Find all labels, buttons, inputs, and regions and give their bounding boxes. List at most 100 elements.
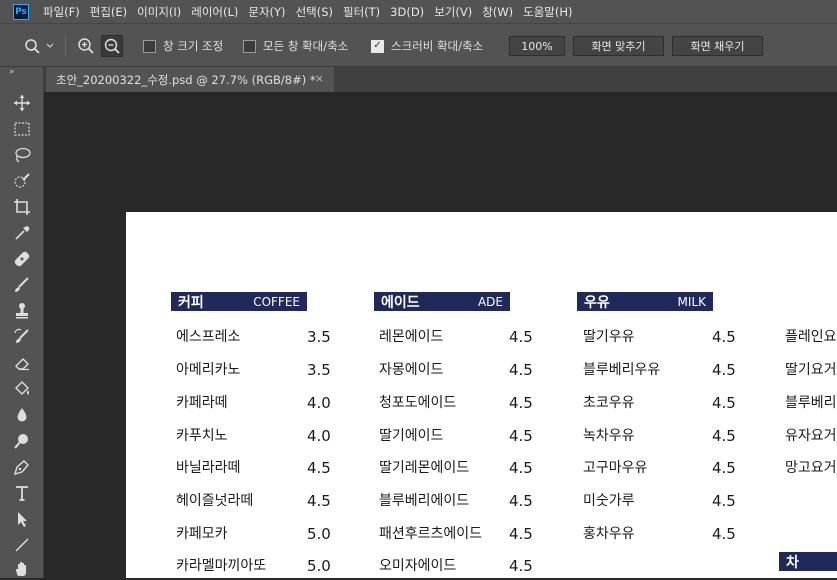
check-mark-icon[interactable]: ✓ <box>371 39 384 53</box>
zoom-out-icon <box>104 38 120 54</box>
menu-3d[interactable]: 3D(D) <box>390 5 424 19</box>
menu-item-price: 4.5 <box>509 459 533 477</box>
menu-item-name: 청포도에이드 <box>379 395 457 411</box>
document-tab-title: 초안_20200322_수정.psd @ 27.7% (RGB/8#) * <box>56 72 316 87</box>
type-tool-icon[interactable] <box>10 482 34 504</box>
fit-screen-button[interactable]: 화면 맞추기 <box>573 36 664 56</box>
menu-item-name: 유자요거 <box>785 428 837 444</box>
options-bar: 창 크기 조정 모든 창 확대/축소 ✓ 스크러비 확대/축소 100% 화면 … <box>0 23 837 67</box>
coffee-title: 커피 <box>178 294 204 311</box>
milk-section-header: 우유 MILK <box>577 292 713 311</box>
zoom-all-windows-checkbox[interactable]: 모든 창 확대/축소 <box>243 24 348 68</box>
menu-item-name: 녹차우유 <box>583 428 635 444</box>
menu-item-name: 카라멜마끼아또 <box>176 558 267 574</box>
menu-item-name: 망고요거 <box>785 460 837 476</box>
checkbox-box[interactable] <box>143 39 156 53</box>
healing-brush-tool-icon[interactable] <box>10 248 34 270</box>
document-canvas[interactable]: 커피 COFFEE 에스프레소 3.5 아메리카노 3.5 카페라떼 4.0 카… <box>126 212 837 578</box>
hand-tool-icon[interactable] <box>10 558 34 580</box>
collapse-toolbar-icon[interactable]: » <box>9 67 15 77</box>
dodge-tool-icon[interactable] <box>10 430 34 452</box>
pen-tool-icon[interactable] <box>10 456 34 478</box>
blur-tool-icon[interactable] <box>10 404 34 426</box>
menu-item-price: 4.5 <box>712 525 736 543</box>
menu-item-name: 패션후르츠에이드 <box>379 526 483 542</box>
menu-file[interactable]: 파일(F) <box>43 4 80 20</box>
menu-item-price: 4.5 <box>712 394 736 412</box>
line-tool-icon[interactable] <box>10 534 34 556</box>
clone-stamp-tool-icon[interactable] <box>10 300 34 322</box>
menu-view[interactable]: 보기(V) <box>434 4 472 20</box>
menu-filter[interactable]: 필터(T) <box>343 4 380 20</box>
tea-section-header: 차 <box>779 552 837 571</box>
path-selection-tool-icon[interactable] <box>10 508 34 530</box>
scrubby-zoom-label: 스크러비 확대/축소 <box>391 39 484 53</box>
menu-item-price: 4.5 <box>307 492 331 510</box>
menu-item-price: 4.5 <box>712 492 736 510</box>
menu-item-price: 4.5 <box>509 328 533 346</box>
zoom-out-button[interactable] <box>101 35 123 57</box>
menu-item-name: 플레인요 <box>785 329 837 345</box>
menu-item-name: 블루베리 <box>785 395 837 411</box>
menu-item-name: 바닐라라떼 <box>176 460 241 476</box>
menu-layer[interactable]: 레이어(L) <box>191 4 238 20</box>
eraser-tool-icon[interactable] <box>10 352 34 374</box>
tools-panel: » <box>0 67 44 578</box>
menu-item-name: 딸기에이드 <box>379 428 444 444</box>
menu-item-price: 4.5 <box>509 427 533 445</box>
menu-item-price: 4.5 <box>712 328 736 346</box>
milk-title: 우유 <box>584 294 610 311</box>
move-tool-icon[interactable] <box>10 92 34 114</box>
menu-item-name: 미숫가루 <box>583 493 635 509</box>
zoom-tool-icon <box>25 39 54 54</box>
menu-item-price: 4.5 <box>509 394 533 412</box>
fill-screen-button[interactable]: 화면 채우기 <box>672 36 763 56</box>
menu-item-price: 3.5 <box>307 361 331 379</box>
menu-item-price: 4.0 <box>307 427 331 445</box>
ade-title: 에이드 <box>381 294 420 311</box>
menu-window[interactable]: 창(W) <box>482 4 513 20</box>
lasso-tool-icon[interactable] <box>10 144 34 166</box>
ade-title-en: ADE <box>477 294 503 309</box>
marquee-tool-icon[interactable] <box>10 118 34 140</box>
menu-item-name: 아메리카노 <box>176 362 241 378</box>
menu-edit[interactable]: 편집(E) <box>90 4 127 20</box>
menu-item-price: 3.5 <box>307 328 331 346</box>
menu-image[interactable]: 이미지(I) <box>137 4 181 20</box>
photoshop-logo-icon[interactable]: Ps <box>13 3 29 20</box>
scrubby-zoom-checkbox[interactable]: ✓ 스크러비 확대/축소 <box>371 24 483 68</box>
menu-item-price: 4.5 <box>712 427 736 445</box>
zoom-in-button[interactable] <box>77 24 95 68</box>
menu-item-name: 카페모카 <box>176 526 228 542</box>
history-brush-tool-icon[interactable] <box>10 326 34 348</box>
quick-selection-tool-icon[interactable] <box>10 170 34 192</box>
menu-select[interactable]: 선택(S) <box>296 4 333 20</box>
document-tab-strip: 초안_20200322_수정.psd @ 27.7% (RGB/8#) * × <box>44 67 837 92</box>
menu-item-name: 자몽에이드 <box>379 362 444 378</box>
coffee-title-en: COFFEE <box>253 294 300 309</box>
tea-title: 차 <box>786 554 799 571</box>
menu-bar: Ps 파일(F) 편집(E) 이미지(I) 레이어(L) 문자(Y) 선택(S)… <box>0 0 837 23</box>
resize-windows-checkbox[interactable]: 창 크기 조정 <box>143 24 223 68</box>
close-tab-icon[interactable]: × <box>315 72 324 85</box>
checkbox-box[interactable] <box>243 39 256 53</box>
zoom-tool-preset-picker[interactable] <box>24 24 54 68</box>
menu-type[interactable]: 문자(Y) <box>248 4 285 20</box>
brush-tool-icon[interactable] <box>10 274 34 296</box>
crop-tool-icon[interactable] <box>10 196 34 218</box>
resize-windows-label: 창 크기 조정 <box>163 39 224 53</box>
menu-item-price: 4.5 <box>712 459 736 477</box>
eyedropper-tool-icon[interactable] <box>10 222 34 244</box>
menu-item-name: 딸기우유 <box>583 329 635 345</box>
menu-item-name: 딸기요거 <box>785 362 837 378</box>
menu-help[interactable]: 도움말(H) <box>523 4 572 20</box>
zoom-percent-field[interactable]: 100% <box>509 36 565 56</box>
divider <box>65 34 66 58</box>
document-tab[interactable]: 초안_20200322_수정.psd @ 27.7% (RGB/8#) * × <box>46 67 334 92</box>
menu-item-name: 블루베리우유 <box>583 362 661 378</box>
menu-item-price: 4.5 <box>509 492 533 510</box>
menu-item-name: 블루베리에이드 <box>379 493 470 509</box>
menu-item-name: 고구마우유 <box>583 460 648 476</box>
menu-item-price: 5.0 <box>307 525 331 543</box>
paint-bucket-tool-icon[interactable] <box>10 378 34 400</box>
